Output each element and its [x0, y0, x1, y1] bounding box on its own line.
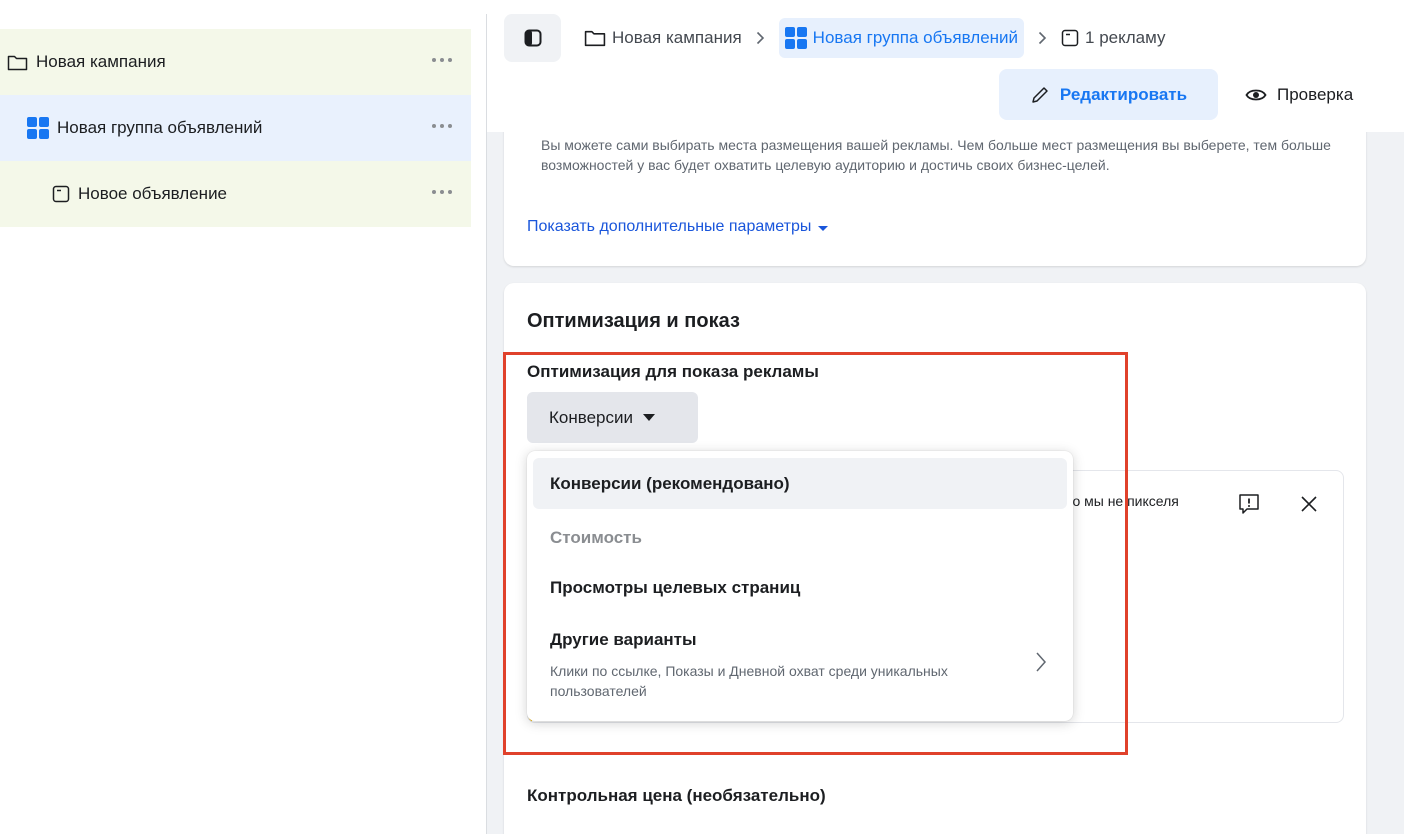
breadcrumb: Новая кампания Новая группа объявлений 1… — [584, 18, 1166, 58]
tree-item-ad[interactable]: Новое объявление — [0, 161, 471, 227]
breadcrumb-campaign[interactable]: Новая кампания — [584, 18, 742, 58]
show-more-label: Показать дополнительные параметры — [527, 218, 812, 235]
close-icon[interactable] — [1300, 495, 1318, 513]
menu-item-other-options[interactable]: Другие варианты Клики по ссылке, Показы … — [533, 614, 1067, 714]
more-options-icon[interactable] — [430, 53, 454, 67]
optimization-dropdown-menu: Конверсии (рекомендовано) Стоимость Прос… — [527, 451, 1073, 721]
menu-item-description: Клики по ссылке, Показы и Дневной охват … — [550, 663, 948, 699]
ad-set-icon — [27, 117, 49, 139]
sidebar-panel-icon — [524, 29, 541, 47]
more-options-icon[interactable] — [430, 185, 454, 199]
breadcrumb-label: Новая кампания — [612, 28, 742, 47]
pencil-icon — [1032, 86, 1048, 103]
caret-down-icon — [643, 414, 655, 421]
bid-control-label: Контрольная цена (необязательно) — [527, 786, 826, 805]
menu-item-label: Конверсии (рекомендовано) — [550, 474, 790, 493]
edit-button-label: Редактировать — [1059, 84, 1188, 104]
optimization-label: Оптимизация для показа рекламы — [527, 362, 819, 381]
optimization-select-value: Конверсии — [549, 407, 633, 427]
chevron-right-icon — [756, 31, 765, 45]
report-icon[interactable] — [1238, 493, 1260, 515]
campaign-tree: Новая кампания Новая группа объявлений Н… — [0, 0, 486, 834]
menu-item-landing-page-views[interactable]: Просмотры целевых страниц — [533, 561, 1067, 612]
menu-item-label: Стоимость — [550, 528, 642, 547]
tree-item-label: Новая группа объявлений — [57, 118, 263, 137]
optimization-select[interactable]: Конверсии — [527, 392, 698, 443]
placements-description: Вы можете сами выбирать места размещения… — [541, 137, 1331, 173]
ad-icon — [52, 185, 70, 203]
breadcrumb-label: 1 рекламу — [1085, 28, 1166, 47]
tree-item-label: Новая кампания — [36, 52, 166, 71]
review-button[interactable]: Проверка — [1245, 69, 1353, 120]
ad-icon — [1061, 29, 1079, 47]
menu-item-label: Просмотры целевых страниц — [550, 578, 801, 597]
review-button-label: Проверка — [1277, 84, 1354, 104]
chevron-right-icon — [1038, 31, 1047, 45]
edit-button[interactable]: Редактировать — [999, 69, 1218, 120]
breadcrumb-label: Новая группа объявлений — [812, 28, 1019, 47]
caret-down-icon — [818, 225, 829, 231]
ad-set-icon — [784, 27, 807, 49]
eye-icon — [1245, 89, 1267, 100]
top-toolbar: Новая кампания Новая группа объявлений 1… — [487, 0, 1404, 132]
tree-item-adset[interactable]: Новая группа объявлений — [0, 95, 471, 161]
tree-item-label: Новое объявление — [78, 184, 228, 203]
show-more-link[interactable]: Показать дополнительные параметры — [527, 218, 829, 236]
tree-item-campaign[interactable]: Новая кампания — [0, 29, 471, 95]
chevron-right-icon — [1036, 652, 1047, 672]
sidebar-toggle-button[interactable] — [504, 14, 561, 62]
more-options-icon[interactable] — [430, 119, 454, 133]
section-title: Оптимизация и показ — [527, 310, 740, 332]
menu-item-conversions[interactable]: Конверсии (рекомендовано) — [533, 458, 1067, 509]
breadcrumb-ad[interactable]: 1 рекламу — [1061, 18, 1166, 58]
folder-icon — [584, 30, 606, 47]
menu-item-value: Стоимость — [533, 509, 1067, 560]
breadcrumb-adset[interactable]: Новая группа объявлений — [778, 18, 1025, 58]
folder-icon — [7, 55, 28, 70]
menu-item-label: Другие варианты — [550, 630, 697, 649]
